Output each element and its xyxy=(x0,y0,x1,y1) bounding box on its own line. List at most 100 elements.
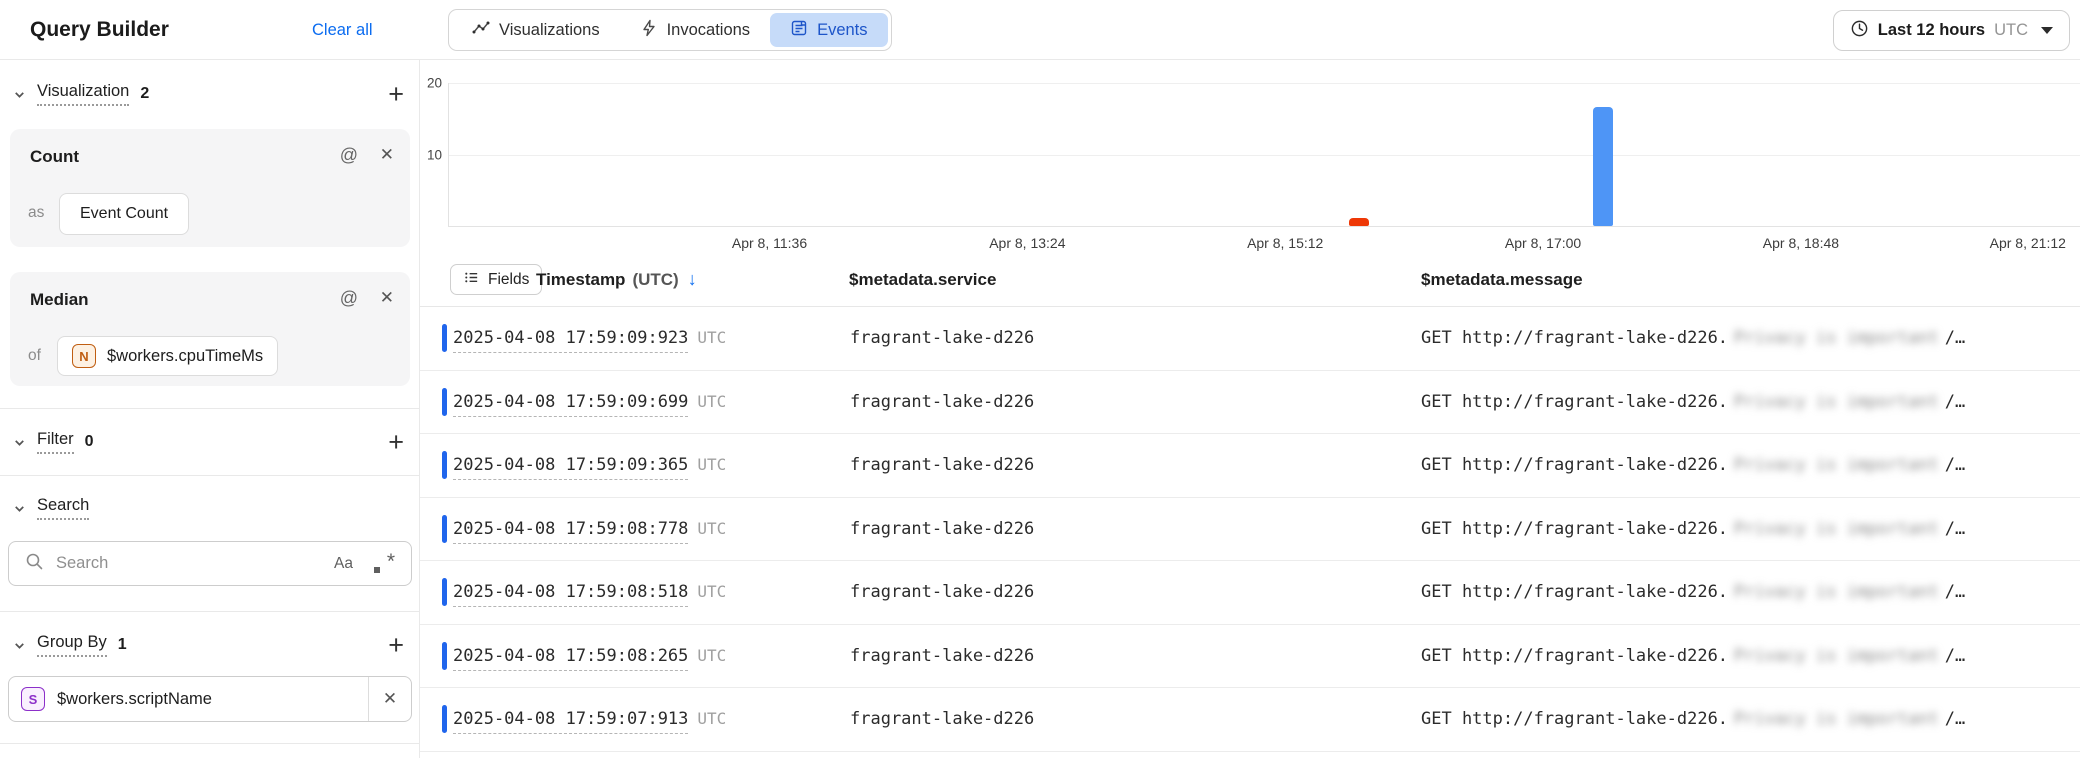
timestamp-timezone: UTC xyxy=(697,709,726,728)
event-indicator-bar xyxy=(442,515,447,543)
of-label: of xyxy=(28,347,41,365)
time-range-label: Last 12 hours xyxy=(1878,21,1985,40)
clock-icon xyxy=(1850,19,1869,43)
at-icon[interactable]: @ xyxy=(340,288,358,309)
add-group-by-button[interactable]: + xyxy=(388,632,404,659)
chevron-down-icon[interactable] xyxy=(12,87,27,102)
column-header-service: $metadata.service xyxy=(849,262,996,297)
table-header: Fields Timestamp(UTC)↓ $metadata.service… xyxy=(420,262,2080,307)
search-box: Aa * xyxy=(8,541,412,586)
x-axis-tick-label: Apr 8, 21:12 xyxy=(1990,235,2066,251)
chevron-down-icon[interactable] xyxy=(12,501,27,516)
service-value: fragrant-lake-d226 xyxy=(850,328,1034,348)
message-value: GET http://fragrant-lake-d226.Privacy is… xyxy=(1421,328,1965,348)
tab-label: Invocations xyxy=(667,21,750,40)
tab-label: Visualizations xyxy=(499,21,600,40)
tab-visualizations[interactable]: Visualizations xyxy=(452,13,620,47)
timestamp-value: 2025-04-08 17:59:09:699 xyxy=(453,392,688,417)
close-icon[interactable]: ✕ xyxy=(380,145,394,165)
table-row[interactable]: 2025-04-08 17:59:08:518UTC fragrant-lake… xyxy=(420,561,2080,625)
redacted-text: Privacy is important xyxy=(1734,328,1939,348)
timestamp-timezone: UTC xyxy=(697,646,726,665)
x-axis-tick-label: Apr 8, 11:36 xyxy=(732,235,807,251)
x-axis-tick-label: Apr 8, 13:24 xyxy=(989,235,1065,251)
event-indicator-bar xyxy=(442,324,447,352)
caret-down-icon xyxy=(2041,27,2053,34)
match-case-icon[interactable]: Aa xyxy=(334,555,353,573)
table-row[interactable]: 2025-04-08 17:59:07:913UTC fragrant-lake… xyxy=(420,688,2080,752)
timestamp-value: 2025-04-08 17:59:09:923 xyxy=(453,328,688,353)
timestamp-timezone: UTC xyxy=(697,455,726,474)
message-value: GET http://fragrant-lake-d226.Privacy is… xyxy=(1421,519,1965,539)
message-value: GET http://fragrant-lake-d226.Privacy is… xyxy=(1421,646,1965,666)
group-by-section-title: Group By xyxy=(37,633,107,657)
timestamp-timezone: UTC xyxy=(697,392,726,411)
fields-button[interactable]: Fields xyxy=(450,264,542,295)
median-visualization-card: Median @ ✕ of N $workers.cpuTimeMs xyxy=(10,272,410,386)
group-by-count: 1 xyxy=(118,636,127,654)
search-section-title: Search xyxy=(37,496,89,520)
service-value: fragrant-lake-d226 xyxy=(850,392,1034,412)
divider xyxy=(0,611,420,612)
gridline xyxy=(448,83,2080,84)
column-header-timestamp[interactable]: Timestamp(UTC)↓ xyxy=(536,262,697,297)
lightning-icon xyxy=(640,19,658,42)
group-by-field-pill[interactable]: S $workers.scriptName ✕ xyxy=(8,676,412,722)
visualization-section-header: Visualization 2 + xyxy=(0,74,420,114)
redacted-text: Privacy is important xyxy=(1734,709,1939,729)
at-icon[interactable]: @ xyxy=(340,145,358,166)
sort-desc-icon[interactable]: ↓ xyxy=(688,269,697,289)
time-range-timezone: UTC xyxy=(1994,21,2028,40)
y-axis-line xyxy=(448,83,449,226)
chart-line-icon xyxy=(472,19,490,42)
query-builder-sidebar: Visualization 2 + Count @ ✕ as Event Cou… xyxy=(0,60,420,758)
view-tabs: Visualizations Invocations Events xyxy=(448,9,892,51)
add-visualization-button[interactable]: + xyxy=(388,81,404,108)
regex-icon[interactable]: * xyxy=(373,553,395,575)
search-input[interactable] xyxy=(56,554,334,573)
timestamp-value: 2025-04-08 17:59:09:365 xyxy=(453,455,688,480)
time-range-button[interactable]: Last 12 hours UTC xyxy=(1833,10,2070,51)
string-type-badge: S xyxy=(21,687,45,711)
number-type-badge: N xyxy=(72,344,96,368)
redacted-text: Privacy is important xyxy=(1734,455,1939,475)
table-row[interactable]: 2025-04-08 17:59:08:778UTC fragrant-lake… xyxy=(420,498,2080,562)
table-row[interactable]: 2025-04-08 17:59:08:265UTC fragrant-lake… xyxy=(420,625,2080,689)
chevron-down-icon[interactable] xyxy=(12,638,27,653)
close-icon[interactable]: ✕ xyxy=(380,288,394,308)
timestamp-value: 2025-04-08 17:59:08:778 xyxy=(453,519,688,544)
timestamp-value: 2025-04-08 17:59:08:265 xyxy=(453,646,688,671)
fields-button-label: Fields xyxy=(488,271,529,289)
timestamp-timezone: UTC xyxy=(697,519,726,538)
x-axis-tick-label: Apr 8, 18:48 xyxy=(1763,235,1839,251)
y-axis-tick-label: 20 xyxy=(416,76,442,91)
group-by-section-header: Group By 1 + xyxy=(0,625,420,665)
count-card-title: Count xyxy=(30,147,79,167)
filter-section-header: Filter 0 + xyxy=(0,422,420,462)
message-value: GET http://fragrant-lake-d226.Privacy is… xyxy=(1421,392,1965,412)
timestamp-timezone: UTC xyxy=(697,582,726,601)
message-value: GET http://fragrant-lake-d226.Privacy is… xyxy=(1421,455,1965,475)
tab-invocations[interactable]: Invocations xyxy=(620,13,770,47)
tab-events[interactable]: Events xyxy=(770,13,887,47)
event-rows: 2025-04-08 17:59:09:923 UTC fragrant-lake… xyxy=(420,307,2080,752)
median-card-title: Median xyxy=(30,290,89,310)
main-content: 1020Apr 8, 11:36Apr 8, 13:24Apr 8, 15:12… xyxy=(420,60,2080,758)
x-axis-tick-label: Apr 8, 17:00 xyxy=(1505,235,1581,251)
table-row[interactable]: 2025-04-08 17:59:09:365UTC fragrant-lake… xyxy=(420,434,2080,498)
event-indicator-bar xyxy=(442,578,447,606)
message-value: GET http://fragrant-lake-d226.Privacy is… xyxy=(1421,582,1965,602)
chevron-down-icon[interactable] xyxy=(12,435,27,450)
event-count-button[interactable]: Event Count xyxy=(59,193,189,235)
clear-all-link[interactable]: Clear all xyxy=(312,0,373,60)
filter-count: 0 xyxy=(85,433,94,451)
median-field-pill[interactable]: N $workers.cpuTimeMs xyxy=(57,336,278,376)
events-doc-icon xyxy=(790,19,808,42)
table-row[interactable]: 2025-04-08 17:59:09:923UTC fragrant-lake… xyxy=(420,307,2080,371)
add-filter-button[interactable]: + xyxy=(388,429,404,456)
gridline xyxy=(448,155,2080,156)
chart-bar-blue xyxy=(1593,107,1613,226)
remove-group-by-icon[interactable]: ✕ xyxy=(369,689,411,709)
table-row[interactable]: 2025-04-08 17:59:09:699 UTC fragrant-lake… xyxy=(420,371,2080,435)
chart-plot: 1020Apr 8, 11:36Apr 8, 13:24Apr 8, 15:12… xyxy=(448,83,2080,226)
